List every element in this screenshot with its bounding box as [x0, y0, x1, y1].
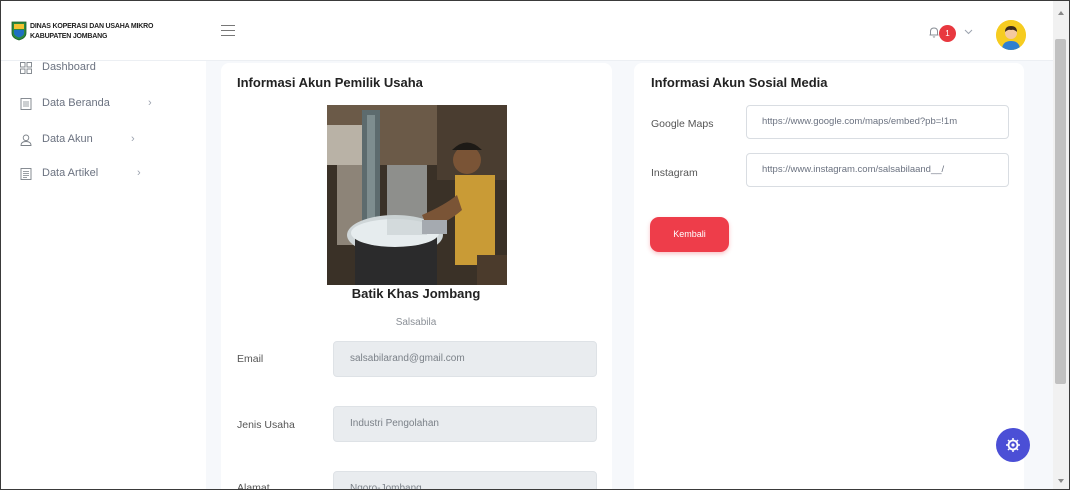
user-icon [20, 134, 32, 146]
google-maps-label: Google Maps [651, 118, 714, 130]
address-field: Ngoro-Jombang [333, 471, 597, 489]
org-line-1: DINAS KOPERASI DAN USAHA MIKRO [30, 23, 154, 30]
google-maps-field: https://www.google.com/maps/embed?pb=!1m [746, 105, 1009, 139]
instagram-label: Instagram [651, 167, 698, 179]
chevron-down-icon[interactable] [964, 29, 973, 35]
jombang-logo-icon [11, 21, 27, 41]
article-icon [20, 168, 32, 180]
gear-icon [1006, 438, 1020, 452]
menu-toggle-icon[interactable] [221, 25, 235, 37]
scrollbar-thumb[interactable] [1055, 39, 1066, 384]
sidebar-item-label: Data Beranda [42, 97, 110, 109]
sidebar-item-label: Dashboard [42, 61, 96, 73]
sidebar-item-dashboard[interactable]: Dashboard [20, 61, 140, 79]
org-line-2: KABUPATEN JOMBANG [30, 33, 108, 40]
app-window: DINAS KOPERASI DAN USAHA MIKRO KABUPATEN… [0, 0, 1070, 490]
sidebar-item-label: Data Akun [42, 133, 93, 145]
chevron-right-icon: › [137, 167, 141, 179]
chevron-right-icon: › [131, 133, 135, 145]
chevron-right-icon: › [148, 97, 152, 109]
owner-card-title: Informasi Akun Pemilik Usaha [237, 75, 423, 90]
business-photo [327, 105, 507, 285]
grid-icon [20, 62, 32, 74]
business-type-label: Jenis Usaha [237, 419, 295, 431]
email-label: Email [237, 353, 264, 365]
sidebar-item-data-artikel[interactable]: Data Artikel › [20, 167, 170, 185]
user-avatar[interactable] [996, 20, 1026, 50]
sidebar: Dashboard Data Beranda › Data Akun › Dat… [1, 61, 206, 489]
social-card-title: Informasi Akun Sosial Media [651, 75, 828, 90]
org-name: DINAS KOPERASI DAN USAHA MIKRO KABUPATEN… [30, 22, 153, 42]
top-header: DINAS KOPERASI DAN USAHA MIKRO KABUPATEN… [1, 1, 1053, 61]
scroll-up-arrow-icon[interactable] [1058, 11, 1064, 15]
sidebar-item-data-beranda[interactable]: Data Beranda › [20, 97, 170, 115]
scroll-down-arrow-icon[interactable] [1058, 479, 1064, 483]
notification-badge[interactable]: 1 [939, 25, 956, 42]
business-type-field: Industri Pengolahan [333, 406, 597, 442]
address-label: Alamat [237, 482, 270, 490]
sidebar-item-label: Data Artikel [42, 167, 99, 179]
sidebar-item-data-akun[interactable]: Data Akun › [20, 133, 170, 151]
avatar-person-icon [996, 20, 1026, 50]
instagram-field: https://www.instagram.com/salsabilaand__… [746, 153, 1009, 187]
back-button[interactable]: Kembali [650, 217, 729, 252]
settings-fab[interactable] [996, 428, 1030, 462]
document-icon [20, 98, 32, 110]
email-field: salsabilarand@gmail.com [333, 341, 597, 377]
